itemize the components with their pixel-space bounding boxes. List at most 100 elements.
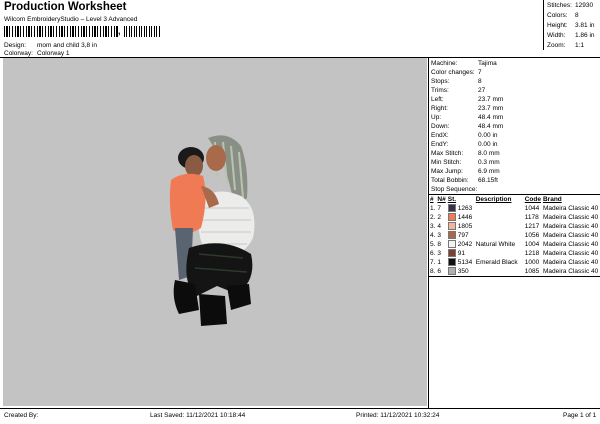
thread-brand: Madeira Classic 40: [542, 214, 599, 221]
stop-index: 2.: [430, 214, 436, 221]
color-swatch: [447, 204, 456, 213]
stitch-count: 1446: [457, 214, 473, 221]
left-label: Left:: [431, 96, 444, 103]
color-changes-value: 7: [478, 69, 482, 76]
stitch-cell: 2042: [447, 240, 475, 249]
stop-row: 5. 8 2042 Natural White 1004 Madeira Cla…: [429, 240, 599, 249]
max-jump-label: Max Jump:: [431, 168, 463, 175]
thread-code: 1000: [524, 259, 540, 266]
color-swatch: [447, 267, 456, 276]
thread-brand: Madeira Classic 40: [542, 205, 599, 212]
needle-number: 3: [437, 232, 442, 239]
stop-row: 3. 4 1805 1217 Madeira Classic 40: [429, 222, 599, 231]
thread-brand: Madeira Classic 40: [542, 241, 599, 248]
color-swatch: [447, 222, 456, 231]
endx-value: 0.00 in: [478, 132, 498, 139]
stats-divider: [543, 0, 544, 50]
left-value: 23.7 mm: [478, 96, 504, 103]
thread-description: Emerald Black: [475, 259, 518, 266]
color-swatch: [447, 258, 456, 267]
machine-label: Machine:: [431, 60, 458, 67]
stitch-cell: 1446: [447, 213, 475, 222]
needle-number: 8: [437, 241, 442, 248]
stop-index: 4.: [430, 232, 436, 239]
colorway-value: Colorway 1: [37, 50, 70, 57]
thread-brand: Madeira Classic 40: [542, 268, 599, 275]
footer-divider: [0, 408, 600, 409]
thread-brand: Madeira Classic 40: [542, 250, 599, 257]
stop-index: 7.: [430, 259, 436, 266]
needle-number: 7: [437, 205, 442, 212]
up-label: Up:: [431, 114, 442, 121]
stitch-cell: 1263: [447, 204, 475, 213]
design-label: Design:: [4, 42, 27, 49]
software-subtitle: Wilcom EmbroideryStudio – Level 3 Advanc…: [4, 16, 138, 23]
total-bobbin-label: Total Bobbin:: [431, 177, 469, 184]
stop-sequence-title: Stop Sequence:: [431, 186, 478, 193]
design-value: mom and child 3,8 in: [37, 42, 97, 49]
right-value: 23.7 mm: [478, 105, 504, 112]
stop-index: 5.: [430, 241, 436, 248]
thread-brand: Madeira Classic 40: [542, 223, 599, 230]
down-value: 48.4 mm: [478, 123, 504, 130]
height-label: Height:: [547, 22, 568, 29]
thread-description: [475, 213, 524, 222]
stop-table-header: # N# St. Description Code Brand: [429, 195, 599, 204]
down-label: Down:: [431, 123, 450, 130]
stop-row: 8. 6 350 1085 Madeira Classic 40: [429, 267, 599, 276]
stitch-count: 797: [457, 232, 469, 239]
col-stitches: St.: [447, 196, 457, 203]
needle-number: 4: [437, 223, 442, 230]
stop-row: 2. 2 1446 1178 Madeira Classic 40: [429, 213, 599, 222]
last-saved: Last Saved: 11/12/2021 10:18:44: [150, 412, 246, 419]
thread-code: 1217: [524, 223, 540, 230]
col-brand: Brand: [542, 196, 562, 203]
max-stitch-label: Max Stitch:: [431, 150, 464, 157]
thread-description: Natural White: [475, 241, 516, 248]
stop-row: 7. 1 5134 Emerald Black 1000 Madeira Cla…: [429, 258, 599, 267]
thread-description: [475, 222, 524, 231]
colors-label: Colors:: [547, 12, 568, 19]
embroidery-design-image: [169, 135, 255, 326]
stitch-cell: 797: [447, 231, 475, 240]
width-label: Width:: [547, 32, 566, 39]
stop-row: 6. 3 91 1218 Madeira Classic 40: [429, 249, 599, 258]
stitch-count: 5134: [457, 259, 473, 266]
machine-value: Tajima: [478, 60, 497, 67]
stitch-count: 350: [457, 268, 469, 275]
thread-code: 1178: [524, 214, 539, 221]
stops-label: Stops:: [431, 78, 450, 85]
created-by: Created By:: [4, 412, 39, 419]
printed-date: Printed: 11/12/2021 10:32:24: [356, 412, 440, 419]
stitch-cell: 5134: [447, 258, 475, 267]
stitch-count: 2042: [457, 241, 473, 248]
thread-code: 1044: [524, 205, 540, 212]
stitches-value: 12930: [575, 2, 594, 9]
stop-table-bottom-rule: [429, 276, 600, 277]
right-label: Right:: [431, 105, 448, 112]
barcode: [4, 26, 118, 37]
zoom-label: Zoom:: [547, 42, 566, 49]
thread-code: 1056: [524, 232, 540, 239]
colors-value: 8: [575, 12, 579, 19]
endy-value: 0.00 in: [478, 141, 498, 148]
total-bobbin-value: 68.15ft: [478, 177, 498, 184]
barcode-separator: ,: [118, 26, 121, 36]
stitch-count: 1263: [457, 205, 473, 212]
thread-code: 1085: [524, 268, 540, 275]
width-value: 1.86 in: [575, 32, 595, 39]
stitch-count: 1805: [457, 223, 473, 230]
col-description: Description: [475, 196, 512, 203]
stop-index: 6.: [430, 250, 436, 257]
color-changes-label: Color changes:: [431, 69, 475, 76]
min-stitch-label: Min Stitch:: [431, 159, 462, 166]
max-jump-value: 6.9 mm: [478, 168, 500, 175]
trims-label: Trims:: [431, 87, 449, 94]
thread-code: 1004: [524, 241, 540, 248]
col-number: #: [430, 196, 434, 203]
stop-index: 1.: [430, 205, 436, 212]
barcode-tail: [124, 26, 160, 37]
height-value: 3.81 in: [575, 22, 595, 29]
col-needle: N#: [437, 196, 446, 203]
color-swatch: [447, 213, 456, 222]
